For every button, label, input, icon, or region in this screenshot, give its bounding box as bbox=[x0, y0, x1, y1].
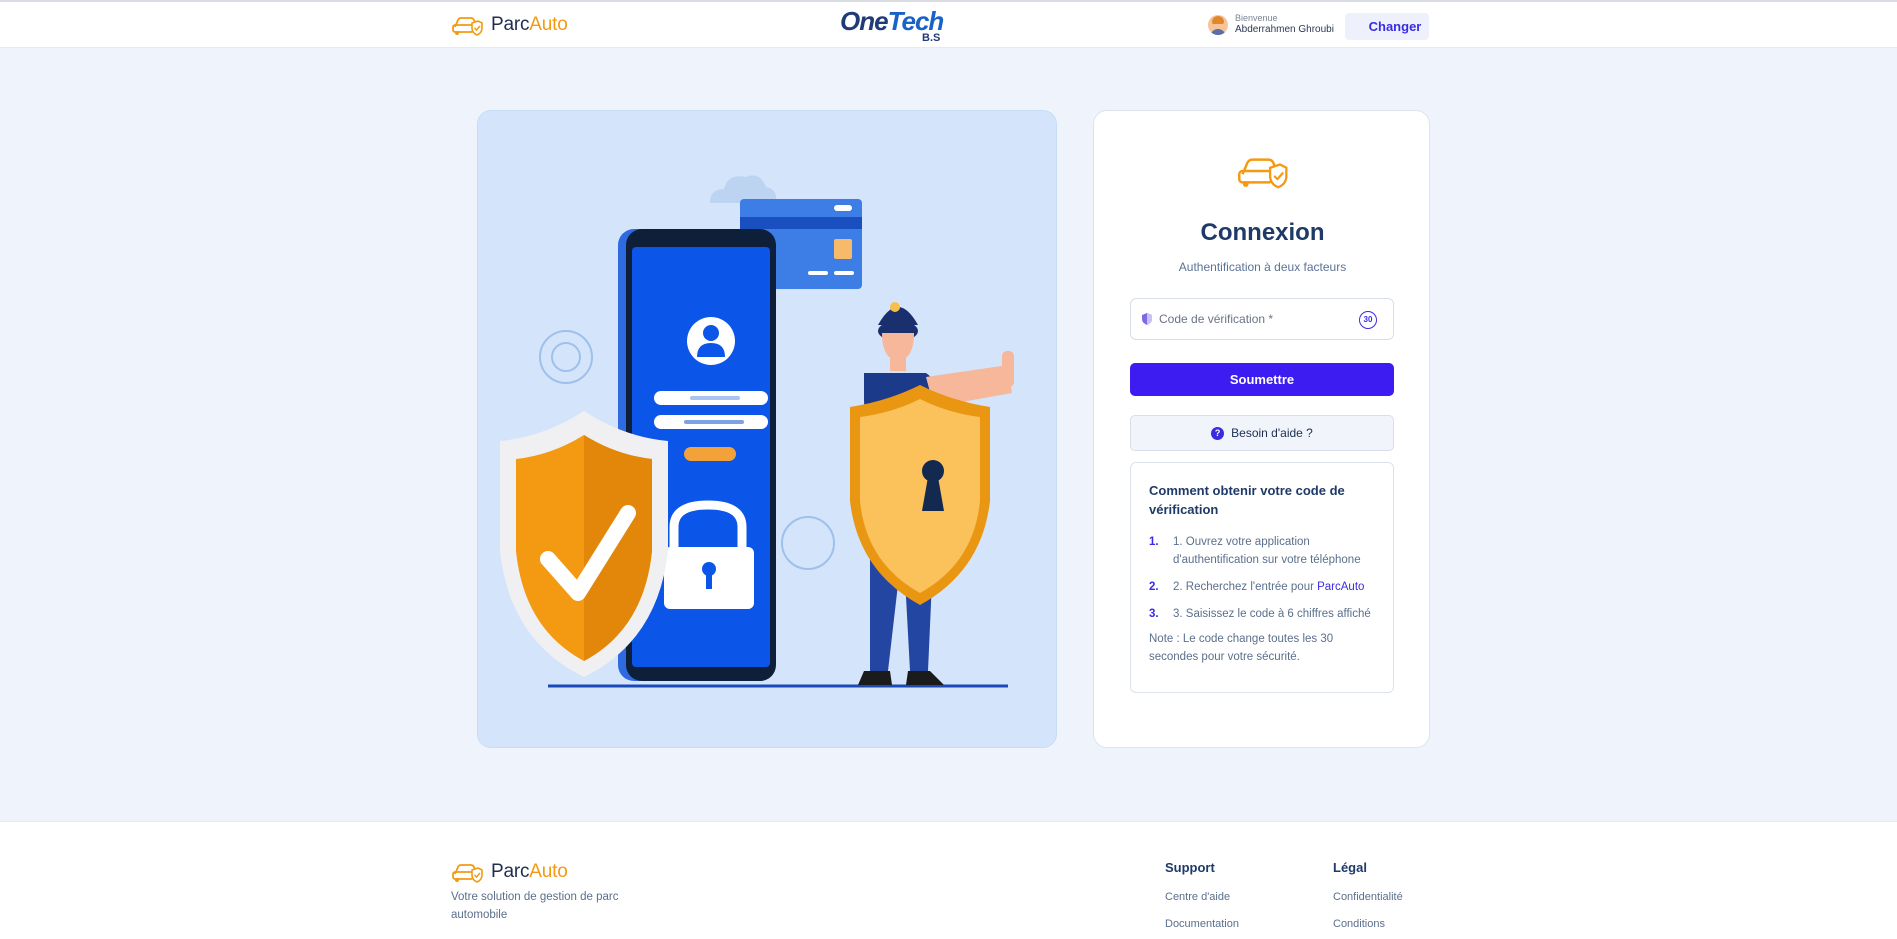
brand-name: ParcAuto bbox=[491, 14, 568, 35]
user-name: Abderrahmen Ghroubi bbox=[1235, 24, 1334, 35]
help-button[interactable]: ? Besoin d'aide ? bbox=[1130, 415, 1394, 451]
footer: ParcAuto Votre solution de gestion de pa… bbox=[0, 821, 1897, 939]
link-terms[interactable]: Conditions bbox=[1333, 918, 1403, 930]
avatar bbox=[1208, 14, 1228, 35]
link-documentation[interactable]: Documentation bbox=[1165, 918, 1239, 930]
link-privacy[interactable]: Confidentialité bbox=[1333, 891, 1403, 903]
verification-code-field[interactable]: 30 bbox=[1130, 298, 1394, 340]
page-subtitle: Authentification à deux facteurs bbox=[1178, 260, 1347, 274]
security-illustration bbox=[477, 110, 1057, 748]
login-card: Connexion Authentification à deux facteu… bbox=[1093, 110, 1430, 748]
list-item: 3. 3. Saisissez le code à 6 chiffres aff… bbox=[1149, 608, 1371, 620]
brand-logo[interactable]: ParcAuto bbox=[451, 13, 568, 37]
list-item: 1. 1. Ouvrez votre application d'authent… bbox=[1149, 536, 1361, 566]
footer-legal-column: Légal Confidentialité Conditions bbox=[1333, 860, 1403, 939]
shield-icon bbox=[1142, 313, 1152, 325]
partner-logo: OneTech B.S bbox=[840, 6, 944, 44]
car-shield-icon bbox=[452, 864, 483, 883]
security-illustration-graphic bbox=[500, 175, 1014, 688]
list-item: 2. 2. Recherchez l'entrée pour ParcAuto bbox=[1149, 581, 1365, 593]
car-shield-icon bbox=[1238, 158, 1288, 189]
footer-legal-title: Légal bbox=[1333, 860, 1367, 875]
footer-brand-logo[interactable]: ParcAuto bbox=[451, 860, 568, 884]
change-user-button[interactable]: Changer bbox=[1345, 13, 1429, 40]
question-icon: ? bbox=[1211, 426, 1225, 440]
user-info: Bienvenue Abderrahmen Ghroubi bbox=[1208, 13, 1334, 36]
instructions-panel: Comment obtenir votre code de vérificati… bbox=[1130, 462, 1394, 693]
brand-name: ParcAuto bbox=[491, 861, 568, 882]
page-title: Connexion bbox=[1200, 219, 1325, 246]
security-note: Note : Le code change toutes les 30 seco… bbox=[1149, 633, 1334, 663]
instructions-title: Comment obtenir votre code de vérificati… bbox=[1149, 483, 1345, 517]
footer-support-title: Support bbox=[1165, 860, 1215, 875]
help-label: Besoin d'aide ? bbox=[1231, 426, 1313, 440]
verification-code-input[interactable] bbox=[1159, 309, 1349, 329]
submit-button[interactable]: Soumettre bbox=[1130, 363, 1394, 396]
footer-tagline: Votre solution de gestion de parc automo… bbox=[451, 891, 619, 921]
instructions-list: 1. 1. Ouvrez votre application d'authent… bbox=[1149, 533, 1375, 623]
countdown-timer-icon: 30 bbox=[1359, 311, 1377, 329]
footer-support-column: Support Centre d'aide Documentation bbox=[1165, 860, 1239, 939]
greeting-text: Bienvenue bbox=[1235, 13, 1278, 23]
link-help-center[interactable]: Centre d'aide bbox=[1165, 891, 1239, 903]
top-navbar: ParcAuto OneTech B.S Bienvenue Abderrahm… bbox=[0, 0, 1897, 48]
car-shield-icon bbox=[452, 17, 483, 36]
